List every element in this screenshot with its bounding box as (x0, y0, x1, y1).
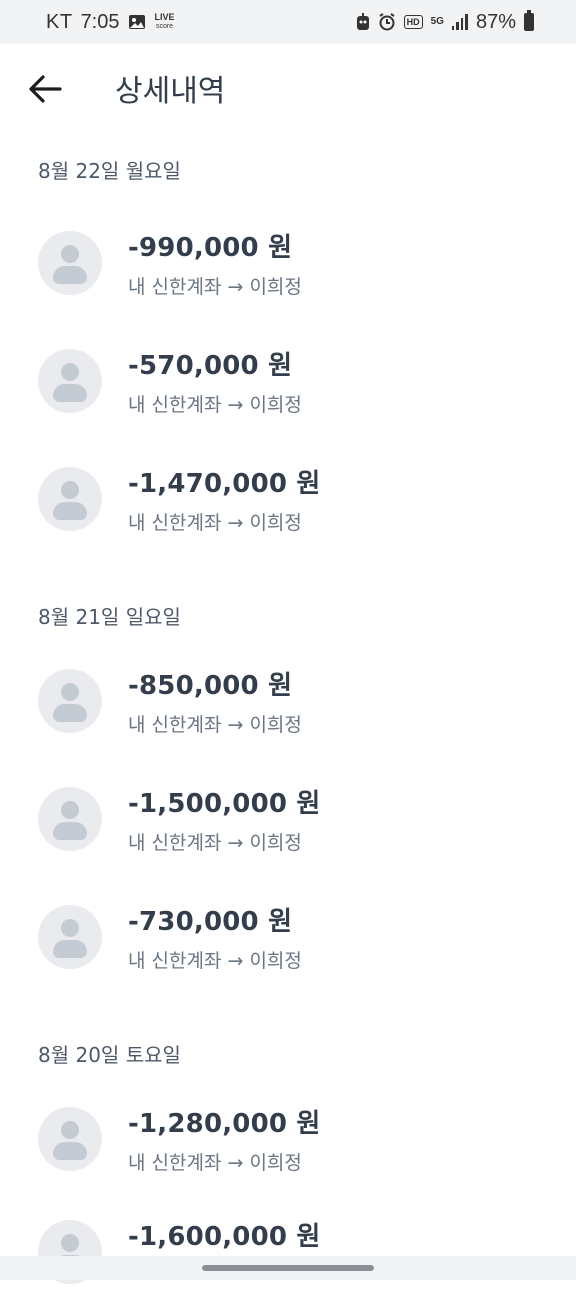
battery-percent: 87% (476, 11, 516, 34)
transaction-amount: -850,000 원 (128, 665, 302, 702)
transaction-description: 내 신한계좌 → 이희정 (128, 508, 321, 535)
avatar-icon (38, 231, 102, 295)
page-title: 상세내역 (115, 66, 225, 110)
transaction-description: 내 신한계좌 → 이희정 (128, 272, 302, 299)
avatar-icon (38, 787, 102, 851)
transaction-description: 내 신한계좌 → 이희정 (128, 946, 302, 973)
transaction-list: 8월 22일 월요일 -990,000 원 내 신한계좌 → 이희정 -570,… (0, 134, 576, 1316)
transaction-description: 내 신한계좌 → 이희정 (128, 1148, 321, 1175)
signal-icon (452, 14, 468, 30)
transaction-description: 내 신한계좌 → 이희정 (128, 828, 321, 855)
app-header: 상세내역 (0, 44, 576, 134)
avatar-icon (38, 349, 102, 413)
date-group: 8월 21일 일요일 -850,000 원 내 신한계좌 → 이희정 -1,50… (0, 558, 576, 996)
hd-voice-icon: HD (404, 15, 423, 29)
transaction-row[interactable]: -570,000 원 내 신한계좌 → 이희정 (0, 322, 576, 440)
transaction-description: 내 신한계좌 → 이희정 (128, 390, 302, 417)
carrier-label: KT (46, 11, 73, 34)
home-gesture-handle[interactable] (202, 1265, 374, 1271)
status-bar: KT 7:05 LIVEscore HD 5G 87% (0, 0, 576, 44)
robot-icon (356, 13, 370, 31)
transaction-amount: -1,600,000 원 (128, 1216, 321, 1253)
alarm-icon (378, 13, 396, 31)
clock: 7:05 (81, 11, 120, 34)
date-heading: 8월 22일 월요일 (0, 134, 576, 184)
transaction-amount: -1,280,000 원 (128, 1103, 321, 1140)
back-button[interactable] (22, 66, 68, 112)
avatar-icon (38, 669, 102, 733)
transaction-row[interactable]: -850,000 원 내 신한계좌 → 이희정 (0, 642, 576, 760)
transaction-amount: -1,470,000 원 (128, 463, 321, 500)
avatar-icon (38, 1107, 102, 1171)
date-group: 8월 22일 월요일 -990,000 원 내 신한계좌 → 이희정 -570,… (0, 134, 576, 558)
transaction-row[interactable]: -1,280,000 원 내 신한계좌 → 이희정 (0, 1080, 576, 1198)
transaction-amount: -570,000 원 (128, 345, 302, 382)
transaction-amount: -730,000 원 (128, 901, 302, 938)
transaction-row[interactable]: -730,000 원 내 신한계좌 → 이희정 (0, 878, 576, 996)
date-heading: 8월 20일 토요일 (0, 996, 576, 1068)
transaction-row[interactable]: -1,500,000 원 내 신한계좌 → 이희정 (0, 760, 576, 878)
avatar-icon (38, 467, 102, 531)
network-5g-icon: 5G (431, 17, 444, 27)
gallery-icon (128, 14, 146, 30)
status-bar-right: HD 5G 87% (356, 11, 534, 34)
system-nav-bar (0, 1256, 576, 1280)
avatar-icon (38, 905, 102, 969)
status-bar-left: KT 7:05 LIVEscore (46, 11, 176, 34)
transaction-amount: -990,000 원 (128, 227, 302, 264)
livescore-icon: LIVEscore (154, 13, 176, 31)
arrow-left-icon (28, 74, 62, 104)
date-heading: 8월 21일 일요일 (0, 558, 576, 630)
transaction-amount: -1,500,000 원 (128, 783, 321, 820)
transaction-row[interactable]: -990,000 원 내 신한계좌 → 이희정 (0, 204, 576, 322)
battery-icon (524, 13, 534, 31)
transaction-description: 내 신한계좌 → 이희정 (128, 710, 302, 737)
transaction-row[interactable]: -1,470,000 원 내 신한계좌 → 이희정 (0, 440, 576, 558)
